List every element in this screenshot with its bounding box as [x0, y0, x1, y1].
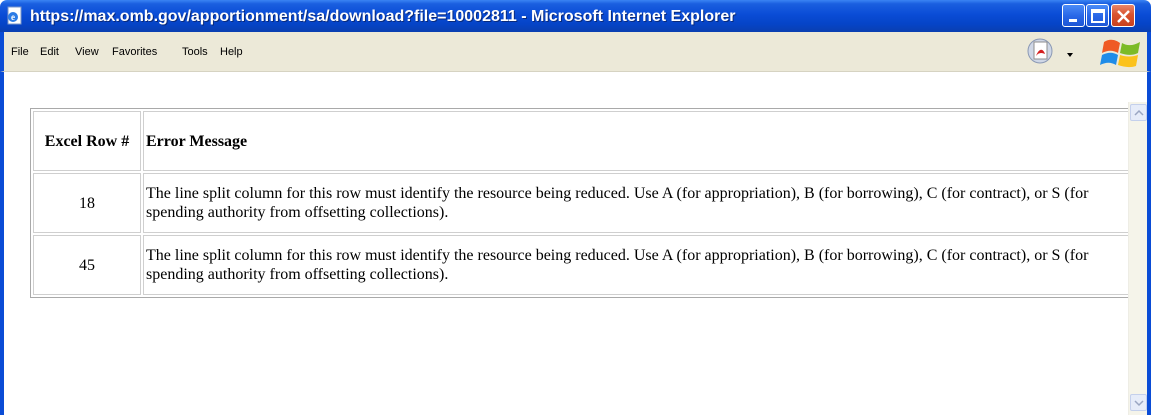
error-message-cell: The line split column for this row must … — [143, 235, 1133, 295]
scroll-down-button[interactable] — [1130, 394, 1147, 411]
scroll-up-button[interactable] — [1130, 104, 1147, 121]
menu-help[interactable]: Help — [220, 44, 243, 60]
close-icon — [1117, 10, 1130, 23]
vertical-scrollbar[interactable] — [1128, 102, 1147, 415]
table-row: 45 The line split column for this row mu… — [33, 235, 1133, 295]
table-header-row: Excel Row # Error Message — [33, 111, 1133, 171]
menu-file[interactable]: File — [11, 44, 29, 60]
menu-bar: File Edit View Favorites Tools Help — [0, 32, 1151, 72]
browser-content-area: Excel Row # Error Message 18 The line sp… — [0, 72, 1151, 415]
menu-edit[interactable]: Edit — [40, 44, 59, 60]
maximize-icon — [1091, 9, 1105, 23]
ie-page-icon: e — [5, 6, 24, 25]
menu-favorites[interactable]: Favorites — [112, 44, 157, 60]
minimize-icon — [1069, 19, 1077, 22]
error-message-header: Error Message — [143, 111, 1133, 171]
title-bar[interactable]: e https://max.omb.gov/apportionment/sa/d… — [0, 0, 1151, 32]
row-number-cell: 18 — [33, 173, 141, 233]
error-table: Excel Row # Error Message 18 The line sp… — [30, 108, 1136, 298]
excel-row-header: Excel Row # — [33, 111, 141, 171]
close-button[interactable] — [1111, 4, 1135, 27]
menu-view[interactable]: View — [75, 44, 99, 60]
error-message-cell: The line split column for this row must … — [143, 173, 1133, 233]
chevron-up-icon — [1134, 109, 1144, 116]
chevron-down-icon — [1134, 400, 1144, 407]
page-content: Excel Row # Error Message 18 The line sp… — [8, 108, 1136, 298]
minimize-button[interactable] — [1062, 4, 1085, 27]
menu-tools[interactable]: Tools — [182, 44, 208, 60]
windows-logo-icon — [1100, 36, 1144, 70]
row-number-cell: 45 — [33, 235, 141, 295]
table-row: 18 The line split column for this row mu… — [33, 173, 1133, 233]
pdf-icon[interactable] — [1026, 36, 1058, 66]
dropdown-arrow-icon[interactable] — [1067, 46, 1075, 57]
svg-text:e: e — [11, 12, 15, 22]
maximize-button[interactable] — [1086, 4, 1109, 27]
window-title: https://max.omb.gov/apportionment/sa/dow… — [30, 8, 736, 25]
